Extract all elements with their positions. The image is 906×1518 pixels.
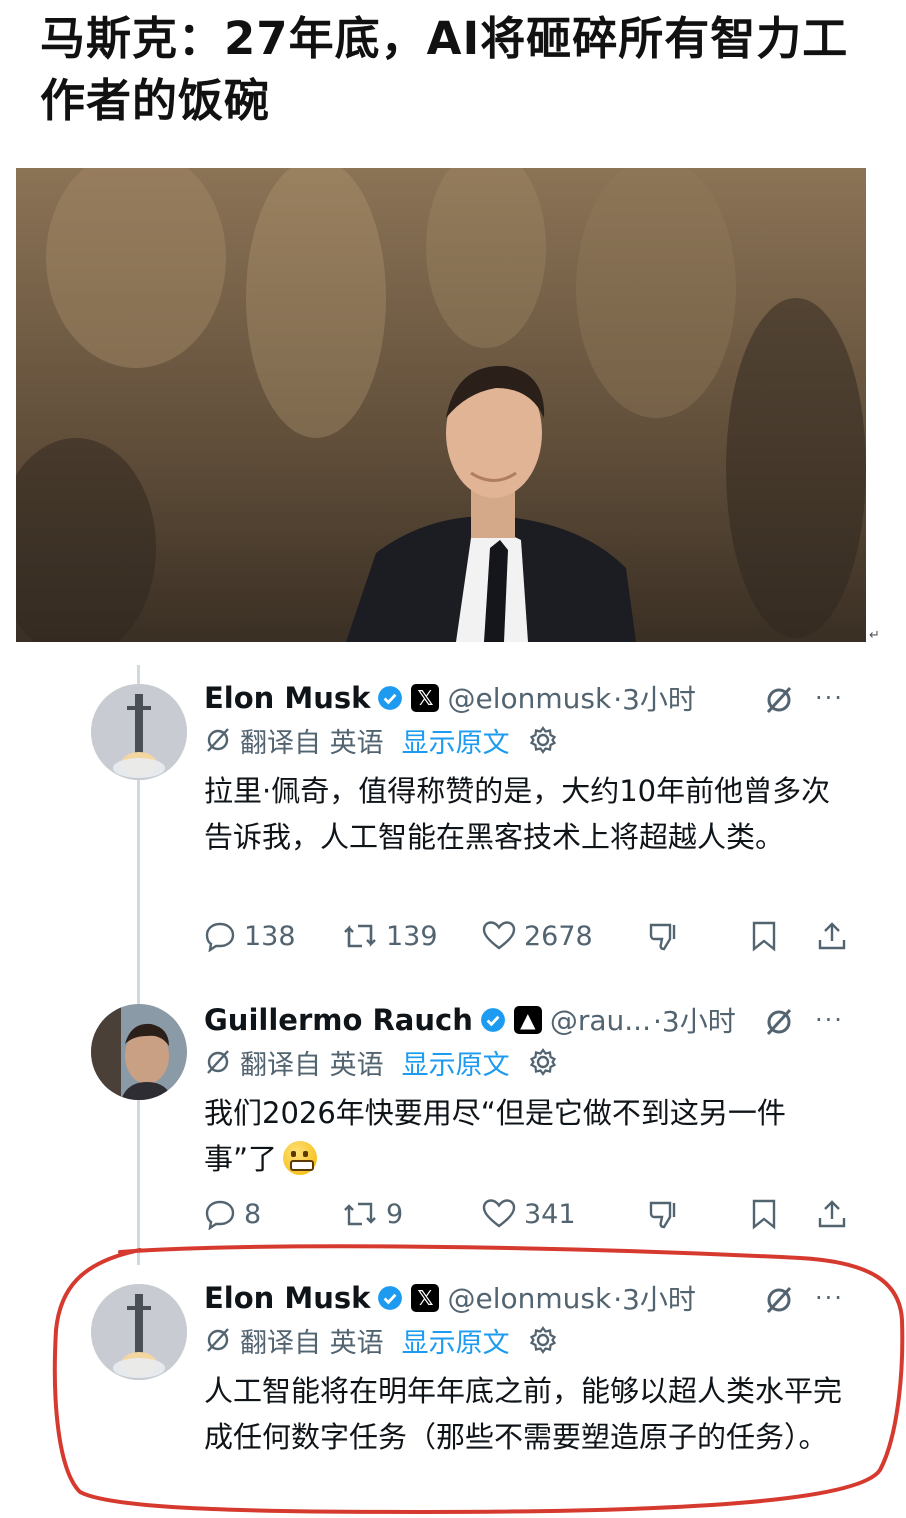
share-button[interactable]	[816, 916, 856, 956]
heart-icon	[482, 1199, 516, 1228]
x-logo-icon: 𝕏	[411, 684, 440, 712]
author-name[interactable]: Elon Musk	[204, 681, 370, 715]
translation-bar: 翻译自 英语 显示原文	[204, 1320, 566, 1360]
thumbs-down-icon	[649, 1201, 676, 1229]
tweet-time[interactable]: ·3小时	[613, 678, 696, 718]
gear-icon[interactable]	[528, 1325, 558, 1355]
dislike-button[interactable]	[648, 916, 688, 956]
verified-badge-icon	[378, 686, 403, 710]
repost-count: 9	[386, 1198, 404, 1230]
repost-button[interactable]: 139	[342, 916, 438, 956]
person-avatar-image	[91, 1004, 187, 1100]
reply-button[interactable]: 138	[204, 916, 296, 956]
dislike-button[interactable]	[648, 1194, 688, 1234]
gear-icon[interactable]	[528, 725, 558, 755]
grok-icon[interactable]	[762, 1005, 796, 1039]
translate-icon	[207, 728, 229, 752]
share-icon	[818, 1200, 846, 1228]
rocket-launch-avatar-image	[91, 1284, 187, 1380]
avatar[interactable]	[91, 684, 187, 780]
avatar[interactable]	[91, 1004, 187, 1100]
reply-icon	[205, 922, 235, 952]
like-button[interactable]: 2678	[482, 916, 593, 956]
tweet-actions: 138 139 2678	[204, 916, 854, 956]
tweet-time[interactable]: ·3小时	[653, 1000, 736, 1040]
bookmark-icon	[752, 1199, 776, 1230]
photo-illustration	[16, 168, 866, 642]
bookmark-button[interactable]	[750, 916, 786, 956]
show-original-link[interactable]: 显示原文	[402, 1321, 510, 1360]
reply-button[interactable]: 8	[204, 1194, 261, 1234]
translate-icon	[207, 1328, 229, 1352]
return-mark: ↵	[869, 628, 880, 643]
more-options-icon[interactable]: ···	[815, 998, 844, 1042]
gear-icon[interactable]	[528, 1047, 558, 1077]
reply-count: 8	[244, 1198, 262, 1230]
grok-icon[interactable]	[762, 683, 796, 717]
like-count: 341	[524, 1198, 576, 1230]
author-name[interactable]: Elon Musk	[204, 1281, 370, 1315]
bookmark-icon	[752, 921, 776, 952]
translated-from-label: 翻译自 英语	[240, 727, 384, 759]
translation-bar: 翻译自 英语 显示原文	[204, 720, 566, 760]
avatar[interactable]	[91, 1284, 187, 1380]
translation-bar: 翻译自 英语 显示原文	[204, 1042, 566, 1082]
repost-icon	[344, 1202, 376, 1226]
article-photo	[16, 168, 866, 642]
more-options-icon[interactable]: ···	[815, 1276, 844, 1320]
tweet-text: 拉里·佩奇，值得称赞的是，大约10年前他曾多次告诉我，人工智能在黑客技术上将超越…	[204, 774, 831, 854]
repost-icon	[344, 924, 376, 948]
tweet-header: Elon Musk 𝕏 @elonmusk ·3小时	[204, 1276, 696, 1320]
tweet-header: Elon Musk 𝕏 @elonmusk ·3小时	[204, 676, 696, 720]
translated-from-label: 翻译自 英语	[240, 1049, 384, 1081]
translate-icon	[207, 1050, 229, 1074]
repost-button[interactable]: 9	[342, 1194, 403, 1234]
author-handle[interactable]: @rau...	[550, 1004, 651, 1037]
thumbs-down-icon	[649, 923, 676, 951]
author-handle[interactable]: @elonmusk	[447, 1282, 611, 1315]
grok-icon[interactable]	[762, 1283, 796, 1317]
tweet-text: 人工智能将在明年年底之前，能够以超人类水平完成任何数字任务（那些不需要塑造原子的…	[204, 1374, 843, 1454]
grimacing-face-emoji-icon	[283, 1141, 318, 1175]
reply-count: 138	[244, 920, 296, 952]
share-icon	[818, 922, 846, 950]
vercel-logo-icon: ▲	[513, 1006, 542, 1034]
like-count: 2678	[524, 920, 593, 952]
translated-from-label: 翻译自 英语	[240, 1327, 384, 1359]
more-options-icon[interactable]: ···	[815, 676, 844, 720]
tweet-header: Guillermo Rauch ▲ @rau... ·3小时	[204, 998, 736, 1042]
rocket-launch-avatar-image	[91, 684, 187, 780]
heart-icon	[482, 921, 516, 950]
repost-count: 139	[386, 920, 438, 952]
x-logo-icon: 𝕏	[411, 1284, 440, 1312]
article-headline: 马斯克：27年底，AI将砸碎所有智力工作者的饭碗	[40, 12, 849, 127]
reply-icon	[205, 1200, 235, 1230]
verified-badge-icon	[378, 1286, 403, 1310]
tweet-time[interactable]: ·3小时	[613, 1278, 696, 1318]
show-original-link[interactable]: 显示原文	[402, 1043, 510, 1082]
author-name[interactable]: Guillermo Rauch	[204, 1003, 473, 1037]
share-button[interactable]	[816, 1194, 856, 1234]
show-original-link[interactable]: 显示原文	[402, 721, 510, 760]
bookmark-button[interactable]	[750, 1194, 786, 1234]
verified-badge-icon	[480, 1008, 505, 1032]
author-handle[interactable]: @elonmusk	[447, 682, 611, 715]
tweet-text-container: 我们2026年快要用尽“但是它做不到这另一件事”了	[204, 1090, 844, 1182]
like-button[interactable]: 341	[482, 1194, 576, 1234]
tweet-actions: 8 9 341	[204, 1194, 854, 1234]
